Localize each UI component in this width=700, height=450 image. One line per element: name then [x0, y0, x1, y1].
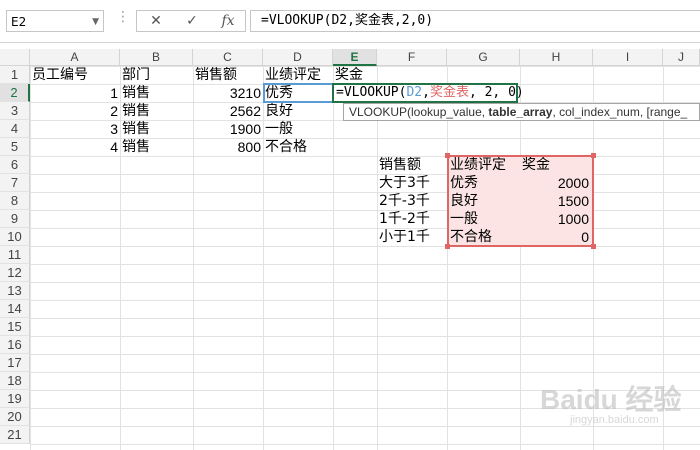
row-header-9[interactable]: 9	[0, 210, 30, 228]
cell-c1[interactable]: 销售额	[193, 66, 263, 84]
column-header-e[interactable]: E	[333, 49, 377, 66]
cell-b2[interactable]: 销售	[120, 84, 193, 102]
row-header-20[interactable]: 20	[0, 408, 30, 426]
formula-prefix: =VLOOKUP(	[261, 13, 332, 28]
cell-f10[interactable]: 小于1千	[377, 228, 447, 246]
row-header-14[interactable]: 14	[0, 300, 30, 318]
row-header-7[interactable]: 7	[0, 174, 30, 192]
column-header-b[interactable]: B	[120, 49, 193, 66]
row-header-2[interactable]: 2	[0, 84, 30, 102]
edit-rest: , 2, 0)	[468, 85, 524, 100]
resize-handle[interactable]	[591, 244, 596, 249]
chevron-down-icon[interactable]: ▼	[92, 11, 99, 33]
watermark-sub: jingyan.baidu.com	[570, 414, 659, 426]
formula-ref-1: D2	[331, 13, 348, 28]
cell-f6[interactable]: 销售额	[377, 156, 447, 174]
cell-d5[interactable]: 不合格	[263, 138, 333, 156]
cell-e1[interactable]: 奖金	[333, 66, 377, 84]
cell-f8[interactable]: 2千-3千	[377, 192, 447, 210]
cell-f7[interactable]: 大于3千	[377, 174, 447, 192]
reference-highlight-d2	[263, 83, 334, 103]
formula-rest: ,2,0)	[393, 13, 434, 28]
column-header-f[interactable]: F	[377, 49, 447, 66]
row-header-21[interactable]: 21	[0, 426, 30, 444]
column-header-i[interactable]: I	[593, 49, 663, 66]
row-header-10[interactable]: 10	[0, 228, 30, 246]
spreadsheet-grid: A B C D E F G H I J 1 2 3 4 5 6 7 8 9 10…	[0, 49, 700, 450]
gridline	[447, 66, 448, 450]
cell-a5[interactable]: 4	[30, 138, 120, 156]
row-header-11[interactable]: 11	[0, 246, 30, 264]
cell-c4[interactable]: 1900	[193, 120, 263, 138]
edit-ref-d2: D2	[406, 85, 423, 100]
cell-d4[interactable]: 一般	[263, 120, 333, 138]
row-header-5[interactable]: 5	[0, 138, 30, 156]
resize-handle[interactable]	[445, 153, 450, 158]
row-header-17[interactable]: 17	[0, 354, 30, 372]
cancel-icon[interactable]: ✕	[141, 11, 171, 31]
cell-c2[interactable]: 3210	[193, 84, 263, 102]
row-header-18[interactable]: 18	[0, 372, 30, 390]
name-box-value: E2	[11, 15, 27, 29]
column-header-d[interactable]: D	[263, 49, 333, 66]
name-box[interactable]: E2 ▼	[6, 10, 104, 32]
row-header-6[interactable]: 6	[0, 156, 30, 174]
function-tooltip: VLOOKUP(lookup_value, table_array, col_i…	[343, 103, 700, 121]
enter-icon[interactable]: ✓	[177, 11, 207, 31]
cell-d1[interactable]: 业绩评定	[263, 66, 333, 84]
formula-buttons: ✕ ✓ fx	[136, 10, 246, 32]
cell-a1[interactable]: 员工编号	[30, 66, 120, 84]
gridline	[333, 66, 334, 450]
cell-c3[interactable]: 2562	[193, 102, 263, 120]
cell-b5[interactable]: 销售	[120, 138, 193, 156]
select-all-corner[interactable]	[0, 49, 30, 66]
row-header-1[interactable]: 1	[0, 66, 30, 84]
edit-prefix: =VLOOKUP(	[336, 85, 407, 100]
column-header-a[interactable]: A	[30, 49, 120, 66]
formula-comma-1: ,	[347, 13, 355, 28]
row-header-15[interactable]: 15	[0, 318, 30, 336]
row-header-3[interactable]: 3	[0, 102, 30, 120]
formula-bar: E2 ▼ ⋮ ✕ ✓ fx =VLOOKUP(D2,奖金表,2,0)	[0, 0, 700, 43]
column-header-c[interactable]: C	[193, 49, 263, 66]
cell-d3[interactable]: 良好	[263, 102, 333, 120]
column-header-g[interactable]: G	[447, 49, 520, 66]
formula-input[interactable]: =VLOOKUP(D2,奖金表,2,0)	[250, 10, 700, 32]
tooltip-arg-1: lookup_value,	[411, 105, 489, 119]
cell-a4[interactable]: 3	[30, 120, 120, 138]
watermark-main: Baidu 经验	[540, 384, 682, 415]
row-header-4[interactable]: 4	[0, 120, 30, 138]
row-header-8[interactable]: 8	[0, 192, 30, 210]
more-options-icon: ⋮	[116, 9, 130, 25]
insert-function-icon[interactable]: fx	[213, 11, 243, 31]
resize-handle[interactable]	[445, 244, 450, 249]
formula-ref-2: 奖金表	[354, 13, 394, 28]
edit-comma: ,	[422, 85, 430, 100]
tooltip-arg-rest: , col_index_num, [range_	[552, 105, 688, 119]
cell-f9[interactable]: 1千-2千	[377, 210, 447, 228]
cell-b3[interactable]: 销售	[120, 102, 193, 120]
gridline	[377, 66, 378, 450]
cell-b4[interactable]: 销售	[120, 120, 193, 138]
cell-c5[interactable]: 800	[193, 138, 263, 156]
row-header-19[interactable]: 19	[0, 390, 30, 408]
cell-a2[interactable]: 1	[30, 84, 120, 102]
watermark-logo: Baidu 经验 jingyan.baidu.com	[540, 378, 690, 438]
cell-e2-editor[interactable]: =VLOOKUP(D2,奖金表, 2, 0)	[332, 83, 524, 103]
column-header-h[interactable]: H	[520, 49, 593, 66]
resize-handle[interactable]	[591, 153, 596, 158]
column-header-j[interactable]: J	[663, 49, 700, 66]
tooltip-arg-2: table_array	[488, 105, 553, 119]
cell-a3[interactable]: 2	[30, 102, 120, 120]
gridline	[520, 66, 521, 450]
reference-highlight-bonus-table	[447, 155, 594, 247]
cell-b1[interactable]: 部门	[120, 66, 193, 84]
tooltip-func: VLOOKUP(	[349, 105, 412, 119]
row-header-16[interactable]: 16	[0, 336, 30, 354]
edit-ref-table: 奖金表	[429, 85, 469, 100]
row-header-13[interactable]: 13	[0, 282, 30, 300]
row-header-12[interactable]: 12	[0, 264, 30, 282]
